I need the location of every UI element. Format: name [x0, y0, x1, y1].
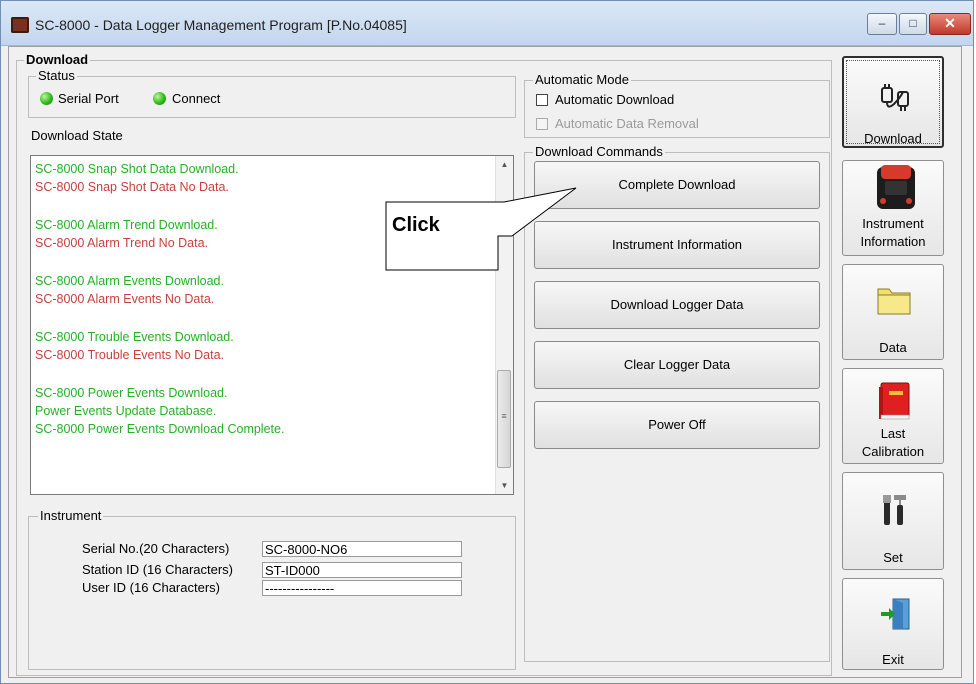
- exit-door-icon: [881, 598, 910, 630]
- close-button[interactable]: ✕: [929, 13, 971, 35]
- sidebar-last-calibration-label-2: Calibration: [861, 444, 925, 459]
- window-title: SC-8000 - Data Logger Management Program…: [35, 17, 407, 33]
- scroll-thumb[interactable]: ≡: [497, 370, 511, 468]
- download-state-label: Download State: [31, 128, 123, 143]
- serial-no-field[interactable]: SC-8000-NO6: [262, 541, 462, 557]
- sidebar-download-button[interactable]: Download: [842, 56, 944, 148]
- log-line: SC-8000 Trouble Events Download.: [35, 330, 234, 344]
- connect-label: Connect: [172, 91, 221, 106]
- serial-port-led-icon: [40, 92, 53, 105]
- automatic-data-removal-checkbox[interactable]: [536, 118, 548, 130]
- log-line: SC-8000 Alarm Trend Download.: [35, 218, 218, 232]
- automatic-download-checkbox[interactable]: [536, 94, 548, 106]
- serial-port-label: Serial Port: [58, 91, 119, 106]
- instrument-device-icon: [877, 165, 915, 209]
- calibration-book-icon: [879, 382, 910, 420]
- sidebar-data-label: Data: [879, 340, 907, 355]
- app-icon: [11, 17, 29, 33]
- instrument-group-label: Instrument: [38, 508, 104, 523]
- user-id-field[interactable]: ----------------: [262, 580, 462, 596]
- sidebar-set-label: Set: [883, 550, 903, 565]
- download-plug-icon: [881, 84, 909, 111]
- clear-logger-data-button[interactable]: Clear Logger Data: [534, 341, 820, 389]
- log-line: Power Events Update Database.: [35, 404, 217, 418]
- sidebar-exit-label: Exit: [882, 652, 904, 667]
- click-callout: Click: [392, 214, 440, 236]
- serial-no-label: Serial No.(20 Characters): [82, 541, 230, 556]
- automatic-data-removal-label: Automatic Data Removal: [555, 116, 699, 131]
- sidebar-last-calibration-label-1: Last: [880, 426, 906, 441]
- log-line: SC-8000 Power Events Download.: [35, 386, 228, 400]
- minimize-icon: –: [878, 16, 886, 30]
- station-id-field[interactable]: ST-ID000: [262, 562, 462, 578]
- connect-led-icon: [153, 92, 166, 105]
- sidebar-set-button[interactable]: Set: [842, 472, 944, 570]
- automatic-download-label: Automatic Download: [555, 92, 675, 107]
- user-id-label: User ID (16 Characters): [82, 580, 220, 595]
- download-group-label: Download: [24, 52, 91, 67]
- sidebar-instrument-information-label-1: Instrument: [862, 216, 924, 231]
- minimize-button[interactable]: –: [867, 13, 897, 35]
- scroll-up-icon[interactable]: ▲: [496, 156, 513, 173]
- sidebar-instrument-information-button[interactable]: Instrument Information: [842, 160, 944, 256]
- close-icon: ✕: [944, 15, 956, 31]
- download-commands-label: Download Commands: [533, 144, 665, 159]
- grip-icon: ≡: [501, 411, 507, 421]
- sidebar-download-label: Download: [864, 131, 922, 146]
- title-bar: SC-8000 - Data Logger Management Program…: [1, 1, 973, 46]
- log-line: SC-8000 Alarm Events No Data.: [35, 292, 215, 306]
- folder-icon: [877, 288, 911, 315]
- station-id-label: Station ID (16 Characters): [82, 562, 234, 577]
- log-line: SC-8000 Snap Shot Data Download.: [35, 162, 239, 176]
- maximize-icon: □: [909, 16, 917, 30]
- scroll-down-icon[interactable]: ▼: [496, 477, 513, 494]
- maximize-button[interactable]: □: [899, 13, 927, 35]
- log-line: SC-8000 Alarm Trend No Data.: [35, 236, 208, 250]
- tools-icon: [883, 495, 906, 525]
- status-label: Status: [36, 68, 77, 83]
- log-line: SC-8000 Alarm Events Download.: [35, 274, 224, 288]
- log-line: SC-8000 Power Events Download Complete.: [35, 422, 285, 436]
- download-logger-data-button[interactable]: Download Logger Data: [534, 281, 820, 329]
- automatic-mode-label: Automatic Mode: [533, 72, 631, 87]
- log-line: SC-8000 Snap Shot Data No Data.: [35, 180, 229, 194]
- power-off-button[interactable]: Power Off: [534, 401, 820, 449]
- sidebar-last-calibration-button[interactable]: Last Calibration: [842, 368, 944, 464]
- sidebar-data-button[interactable]: Data: [842, 264, 944, 360]
- sidebar-instrument-information-label-2: Information: [860, 234, 926, 249]
- sidebar-exit-button[interactable]: Exit: [842, 578, 944, 670]
- log-line: SC-8000 Trouble Events No Data.: [35, 348, 224, 362]
